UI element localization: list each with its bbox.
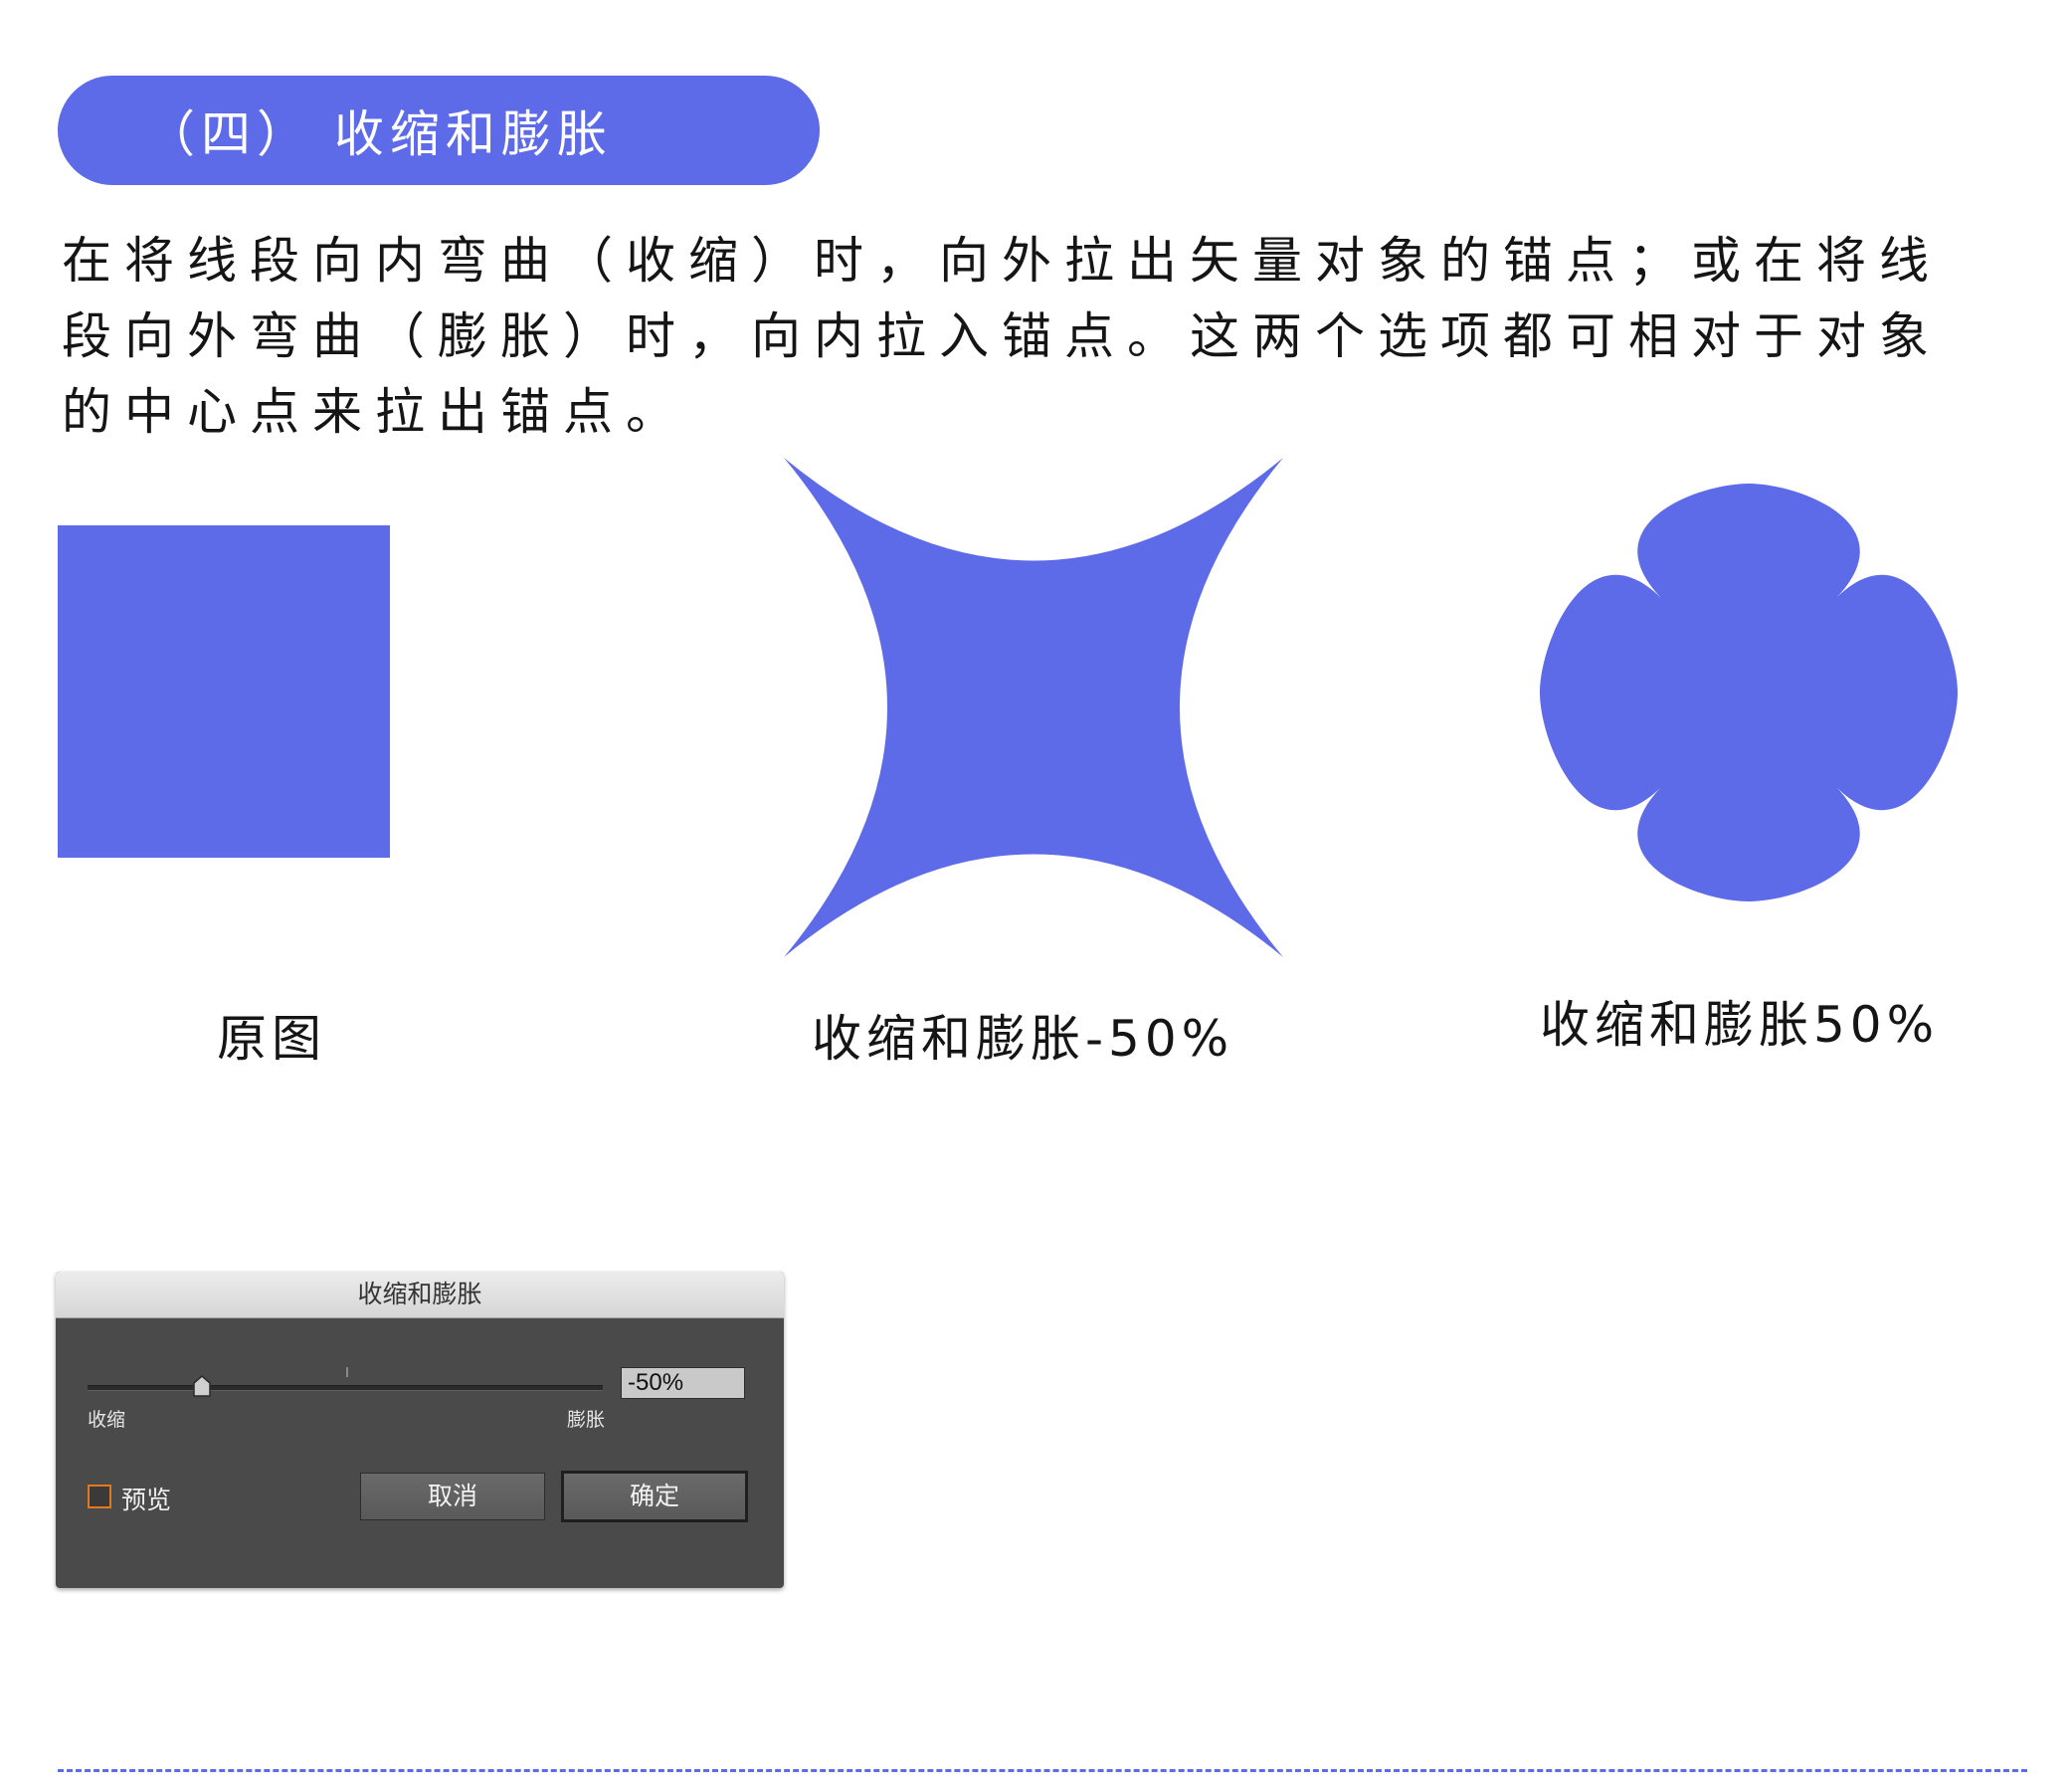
pucker-bloat-dialog: 收缩和膨胀 -50% 收缩 膨胀 预览 取消 确定 xyxy=(56,1272,784,1588)
slider-label-pucker: 收缩 xyxy=(88,1409,126,1431)
slider-track[interactable] xyxy=(88,1385,603,1391)
slider-label-bloat: 膨胀 xyxy=(567,1409,606,1431)
ok-button[interactable]: 确定 xyxy=(561,1471,748,1522)
original-square-shape xyxy=(58,525,390,858)
slider-thumb[interactable] xyxy=(192,1375,211,1397)
description-paragraph: 在将线段向内弯曲（收缩）时，向外拉出矢量对象的锚点；或在将线段向外弯曲（膨胀）时… xyxy=(62,232,1942,441)
slider-center-tick xyxy=(346,1367,348,1377)
pucker-star-shape xyxy=(784,458,1283,957)
dialog-title: 收缩和膨胀 xyxy=(56,1272,784,1318)
caption-original: 原图 xyxy=(217,1010,326,1068)
cancel-button[interactable]: 取消 xyxy=(360,1473,545,1520)
caption-pucker: 收缩和膨胀-50% xyxy=(812,1010,1234,1068)
preview-label: 预览 xyxy=(121,1486,172,1514)
bloat-clover-shape xyxy=(1540,484,1958,901)
preview-checkbox[interactable] xyxy=(88,1485,111,1508)
section-title: （四） 收缩和膨胀 xyxy=(145,105,613,163)
section-header: （四） 收缩和膨胀 xyxy=(58,76,820,185)
dashed-divider xyxy=(58,1769,2027,1772)
value-input[interactable]: -50% xyxy=(621,1367,745,1399)
caption-bloat: 收缩和膨胀50% xyxy=(1540,996,1940,1054)
